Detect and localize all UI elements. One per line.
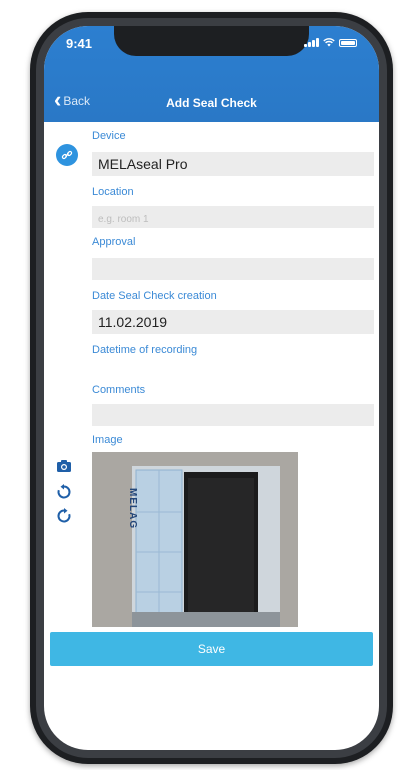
link-icon xyxy=(56,144,78,166)
comments-label: Comments xyxy=(92,384,146,396)
battery-icon xyxy=(339,39,357,47)
camera-icon[interactable] xyxy=(56,458,72,474)
comments-field[interactable] xyxy=(92,404,374,426)
date-seal-check-label: Date Seal Check creation xyxy=(92,290,217,302)
location-field[interactable] xyxy=(92,206,374,228)
save-button[interactable]: Save xyxy=(50,632,373,666)
device-notch xyxy=(114,26,309,56)
approval-field[interactable] xyxy=(92,258,374,280)
image-strip-text: MELAG xyxy=(127,488,138,530)
image-label: Image xyxy=(92,434,123,446)
seal-check-image[interactable]: MELAG xyxy=(92,452,298,627)
phone-frame: 9:41 ‹ Back Add Seal Check Device MELAse… xyxy=(30,12,393,764)
wifi-icon xyxy=(323,38,335,47)
approval-label: Approval xyxy=(92,236,136,248)
page-title: Add Seal Check xyxy=(166,96,257,110)
nav-header: 9:41 ‹ Back Add Seal Check xyxy=(44,26,379,122)
datetime-recording-field[interactable] xyxy=(92,364,374,386)
rotate-ccw-icon[interactable] xyxy=(56,484,72,500)
device-label: Device xyxy=(92,130,126,142)
rotate-cw-icon[interactable] xyxy=(56,508,72,524)
date-seal-check-field[interactable] xyxy=(92,310,374,334)
app-screen: 9:41 ‹ Back Add Seal Check Device MELAse… xyxy=(44,26,379,750)
status-time: 9:41 xyxy=(66,36,93,51)
datetime-recording-label: Datetime of recording xyxy=(92,344,198,356)
device-field[interactable] xyxy=(92,152,374,176)
location-label: Location xyxy=(92,186,134,198)
signal-icon xyxy=(304,38,319,47)
status-icons xyxy=(304,38,357,47)
